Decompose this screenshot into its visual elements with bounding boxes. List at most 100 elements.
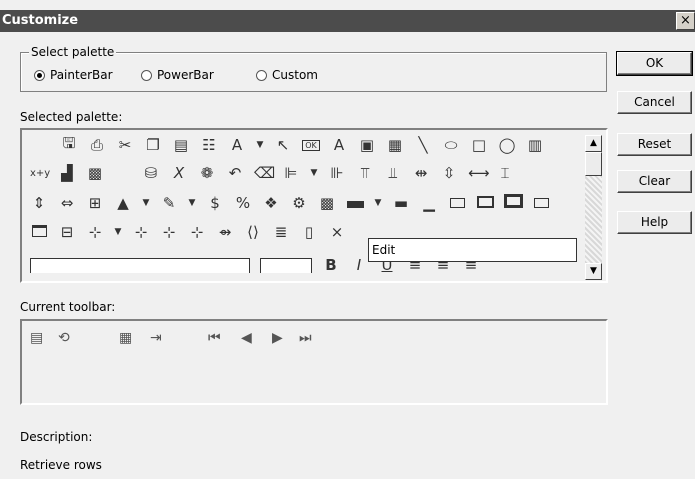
first-icon[interactable]: ⏮ (208, 330, 221, 346)
grid-icon[interactable]: ⊞ (86, 194, 104, 212)
vertical-size-icon[interactable]: ⇕ (30, 194, 48, 212)
current-toolbar-label: Current toolbar: (20, 300, 116, 314)
layer-icon[interactable]: ❖ (262, 194, 280, 212)
cancel-button[interactable]: Cancel (617, 91, 692, 114)
pointer-icon[interactable]: ↖ (274, 136, 292, 154)
picture-button-icon[interactable]: ▦ (386, 136, 404, 154)
fill-icon[interactable]: ▲ (114, 194, 132, 212)
computed-field-icon[interactable]: X (170, 164, 188, 182)
border-shadow-icon[interactable] (504, 194, 523, 212)
size-width-icon[interactable]: ⟷ (468, 164, 490, 182)
copy-icon[interactable]: ❐ (144, 136, 162, 154)
columns-icon[interactable]: ▥ (526, 136, 544, 154)
align-bottom-icon[interactable]: ⫫ (384, 164, 402, 182)
align-left-icon[interactable]: ⊫ (282, 164, 300, 182)
radio-painterbar[interactable]: PainterBar (34, 68, 113, 82)
clear-button[interactable]: Clear (617, 170, 692, 193)
round-rectangle-icon[interactable]: ◯ (498, 136, 516, 154)
paste-icon[interactable]: ▤ (172, 136, 190, 154)
dropdown-list-icon[interactable]: ⊟ (58, 223, 76, 241)
eraser-icon[interactable]: ⌫ (254, 164, 275, 182)
border-raised-icon[interactable] (476, 194, 494, 212)
ok-button-icon[interactable]: OK (302, 139, 320, 151)
last-icon[interactable]: ⏭ (299, 330, 312, 346)
close-x-icon[interactable]: × (328, 223, 346, 241)
rectangle-icon[interactable]: □ (470, 136, 488, 154)
dropdown-arrow-icon[interactable]: ▼ (114, 227, 122, 237)
italic-icon[interactable]: I (350, 256, 368, 274)
group-icon[interactable]: ⊹ (188, 223, 206, 241)
cut-icon[interactable]: ✂ (116, 136, 134, 154)
space-horz-icon[interactable]: ⇹ (412, 164, 430, 182)
radio-powerbar[interactable]: PowerBar (141, 68, 214, 82)
properties-icon[interactable]: ☷ (200, 136, 218, 154)
save-rows-icon[interactable]: ▦ (119, 330, 132, 346)
space-vert-icon[interactable]: ⇳ (440, 164, 458, 182)
preview-icon[interactable]: ▩ (318, 194, 336, 212)
size-height-icon[interactable]: ⌶ (496, 164, 514, 182)
print-icon[interactable]: ⎙ (88, 136, 106, 154)
scroll-up-button[interactable]: ▲ (585, 135, 602, 152)
report-icon[interactable]: ❁ (198, 164, 216, 182)
text-color-icon[interactable]: A (228, 136, 246, 154)
tab-order-icon[interactable] (30, 223, 48, 241)
font-name-combo[interactable] (30, 257, 250, 273)
insert-row-icon[interactable]: ⇥ (150, 330, 162, 346)
document-icon[interactable]: ▯ (300, 223, 318, 241)
close-button[interactable]: × (676, 12, 695, 30)
scroll-track[interactable] (585, 176, 602, 263)
font-size-combo[interactable] (260, 257, 312, 273)
select-palette-legend: Select palette (29, 45, 117, 59)
align-top-icon[interactable]: ⫪ (356, 164, 374, 182)
picture-icon[interactable]: ▣ (358, 136, 376, 154)
scroll-thumb[interactable] (585, 152, 602, 176)
edit-field-icon[interactable]: Edit (368, 238, 577, 262)
ole-icon[interactable]: ▩ (86, 164, 104, 182)
next-icon[interactable]: ▶ (272, 330, 283, 346)
retrieve-icon[interactable]: ▤ (30, 330, 43, 346)
static-text-icon[interactable]: A (330, 136, 348, 154)
dropdown-arrow-icon[interactable]: ▼ (310, 168, 318, 178)
border-line-icon[interactable]: ▬ (392, 194, 410, 212)
oval-icon[interactable]: ⬭ (442, 136, 460, 154)
save-icon[interactable]: 🖫 (60, 133, 78, 158)
radio-label: Custom (272, 68, 318, 82)
report-obj-icon[interactable]: ≣ (272, 223, 290, 241)
prior-icon[interactable]: ◀ (241, 330, 252, 346)
update-icon[interactable]: ⟲ (58, 330, 70, 346)
align-hcenter-icon[interactable]: ⊹ (160, 223, 178, 241)
palette-scrollbar[interactable]: ▲ ▼ (585, 135, 602, 280)
expression-icon[interactable]: x+y (30, 168, 50, 179)
currency-icon[interactable]: $ (206, 194, 224, 212)
slider-icon[interactable]: ⇴ (216, 223, 234, 241)
dropdown-arrow-icon[interactable]: ▼ (374, 198, 382, 208)
align-vcenter-icon[interactable]: ⊹ (132, 223, 150, 241)
undo-icon[interactable]: ↶ (226, 164, 244, 182)
help-button[interactable]: Help (617, 211, 692, 234)
border-box-icon[interactable] (346, 194, 364, 212)
ok-button[interactable]: OK (616, 51, 693, 76)
border-underline-icon[interactable]: ▁ (420, 194, 438, 212)
scroll-down-button[interactable]: ▼ (585, 263, 602, 280)
align-center-icon[interactable]: ⊹ (86, 223, 104, 241)
line-icon[interactable]: ╲ (414, 136, 432, 154)
dropdown-arrow-icon[interactable]: ▼ (188, 198, 196, 208)
graph-icon[interactable]: ▟ (58, 164, 76, 182)
horizontal-size-icon[interactable]: ⇔ (58, 194, 76, 212)
border-rect-icon[interactable] (448, 194, 466, 212)
align-right-icon[interactable]: ⊪ (328, 164, 346, 182)
border-lowered-icon[interactable] (532, 194, 550, 212)
dropdown-arrow-icon[interactable]: ▼ (256, 140, 264, 150)
radio-custom[interactable]: Custom (256, 68, 318, 82)
radio-indicator (34, 69, 45, 81)
reset-button[interactable]: Reset (617, 133, 692, 156)
border-icon[interactable]: ✎ (160, 194, 178, 212)
bold-icon[interactable]: B (322, 256, 340, 274)
dropdown-arrow-icon[interactable]: ▼ (142, 198, 150, 208)
datawindow-icon[interactable]: ⟨⟩ (244, 223, 262, 241)
radio-indicator (141, 69, 152, 81)
database-icon[interactable]: ⛁ (142, 164, 160, 182)
debug-icon[interactable]: ⚙ (290, 194, 308, 212)
current-toolbar-area[interactable] (20, 319, 608, 405)
percent-icon[interactable]: % (234, 194, 252, 212)
